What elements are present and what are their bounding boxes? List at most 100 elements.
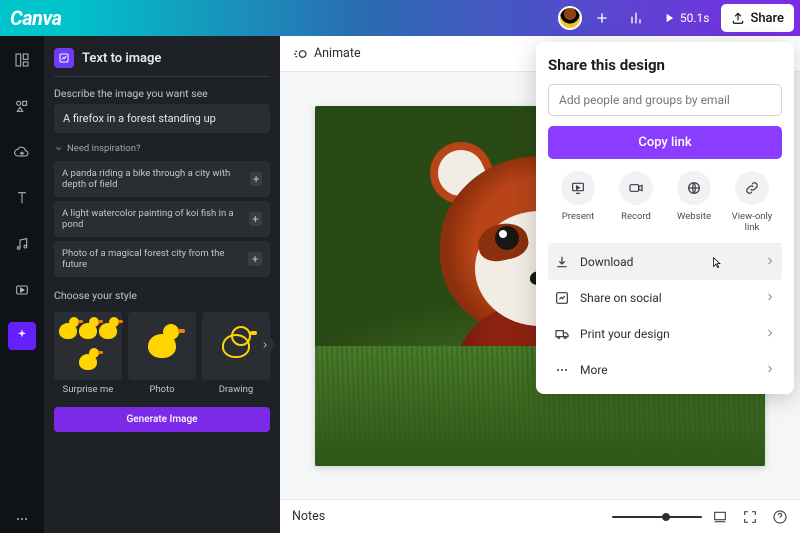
plus-icon: + <box>250 172 262 186</box>
topbar-actions: 50.1s Share <box>558 4 794 32</box>
style-row: Surprise me Photo Drawing <box>54 312 270 395</box>
prompt-input[interactable]: A firefox in a forest standing up <box>54 104 270 133</box>
chevron-down-icon <box>54 144 63 153</box>
style-option-label: Photo <box>149 384 174 395</box>
chevron-right-icon <box>260 340 270 350</box>
tool-rail <box>0 36 44 533</box>
sparkle-icon <box>14 328 30 344</box>
share-row-more[interactable]: More <box>548 352 782 388</box>
rail-apps[interactable] <box>8 322 36 350</box>
rail-elements[interactable] <box>8 92 36 120</box>
share-list: Download Share on social Print your desi… <box>548 243 782 388</box>
style-option-label: Drawing <box>219 384 253 395</box>
inspiration-toggle[interactable]: Need inspiration? <box>54 143 270 154</box>
avatar[interactable] <box>558 6 582 30</box>
panel-title: Text to image <box>82 51 161 66</box>
share-opt-present[interactable]: Present <box>550 171 606 233</box>
play-time-button[interactable]: 50.1s <box>656 4 716 32</box>
shapes-icon <box>14 98 30 114</box>
text-to-image-icon <box>54 48 74 68</box>
add-button[interactable] <box>588 4 616 32</box>
grid-view-icon[interactable] <box>712 509 728 525</box>
panel-title-row: Text to image <box>54 46 270 77</box>
suggestion-row[interactable]: A panda riding a bike through a city wit… <box>54 161 270 197</box>
chevron-right-icon <box>764 255 776 267</box>
motion-icon <box>292 46 308 62</box>
style-label: Choose your style <box>54 289 270 302</box>
suggestion-text: Photo of a magical forest city from the … <box>62 248 248 270</box>
link-icon <box>744 180 760 196</box>
video-icon <box>14 282 30 298</box>
globe-icon <box>686 180 702 196</box>
chevron-right-icon <box>764 291 776 303</box>
layout-icon <box>14 52 30 68</box>
rail-video[interactable] <box>8 276 36 304</box>
plus-icon <box>594 10 610 26</box>
share-opt-website[interactable]: Website <box>666 171 722 233</box>
present-icon <box>570 180 586 196</box>
share-title: Share this design <box>548 56 782 74</box>
download-icon <box>554 254 570 270</box>
animate-label: Animate <box>314 46 361 61</box>
help-icon[interactable] <box>772 509 788 525</box>
fullscreen-icon[interactable] <box>742 509 758 525</box>
style-option-label: Surprise me <box>63 384 114 395</box>
share-popover: Share this design Copy link Present Reco… <box>536 42 794 394</box>
share-option-grid: Present Record Website View-only link <box>548 159 782 243</box>
copy-link-button[interactable]: Copy link <box>548 126 782 159</box>
suggestion-text: A panda riding a bike through a city wit… <box>62 168 250 190</box>
share-row-print[interactable]: Print your design <box>548 316 782 352</box>
share-button[interactable]: Share <box>721 4 794 32</box>
share-people-input[interactable] <box>548 84 782 116</box>
share-opt-viewlink[interactable]: View-only link <box>724 171 780 233</box>
style-photo[interactable]: Photo <box>128 312 196 395</box>
animate-button[interactable]: Animate <box>292 46 361 62</box>
camera-icon <box>628 180 644 196</box>
zoom-slider[interactable] <box>612 516 702 518</box>
time-label: 50.1s <box>680 11 710 25</box>
share-row-label: Download <box>580 255 633 269</box>
bottom-controls <box>612 509 788 525</box>
share-opt-label: View-only link <box>724 211 780 233</box>
share-row-label: Share on social <box>580 291 662 305</box>
share-row-label: More <box>580 363 608 377</box>
plus-icon: + <box>249 212 262 226</box>
truck-icon <box>554 326 570 342</box>
notes-button[interactable]: Notes <box>292 509 325 524</box>
share-row-social[interactable]: Share on social <box>548 280 782 316</box>
share-row-label: Print your design <box>580 327 670 341</box>
share-opt-label: Present <box>562 211 594 222</box>
cloud-upload-icon <box>14 144 30 160</box>
analytics-button[interactable] <box>622 4 650 32</box>
suggestion-text: A light watercolor painting of koi fish … <box>62 208 249 230</box>
style-drawing[interactable]: Drawing <box>202 312 270 395</box>
text-icon <box>14 190 30 206</box>
bottom-bar: Notes <box>280 499 800 533</box>
rail-more[interactable] <box>8 505 36 533</box>
canvas-area: Animate Notes <box>280 36 800 533</box>
share-opt-record[interactable]: Record <box>608 171 664 233</box>
bar-chart-icon <box>628 10 644 26</box>
dots-icon <box>554 362 570 378</box>
play-icon <box>662 11 676 25</box>
suggestion-row[interactable]: Photo of a magical forest city from the … <box>54 241 270 277</box>
plus-icon: + <box>248 252 262 266</box>
inspiration-label: Need inspiration? <box>67 143 140 154</box>
share-social-icon <box>554 290 570 306</box>
rail-uploads[interactable] <box>8 138 36 166</box>
dots-icon <box>14 511 30 527</box>
rail-audio[interactable] <box>8 230 36 258</box>
share-opt-label: Record <box>621 211 651 222</box>
upload-icon <box>731 11 745 25</box>
describe-label: Describe the image you want see <box>54 87 270 100</box>
chevron-right-icon <box>764 327 776 339</box>
style-next-button[interactable] <box>256 336 274 354</box>
style-surprise[interactable]: Surprise me <box>54 312 122 395</box>
cursor-icon <box>710 254 724 272</box>
rail-templates[interactable] <box>8 46 36 74</box>
share-opt-label: Website <box>677 211 711 222</box>
rail-text[interactable] <box>8 184 36 212</box>
share-row-download[interactable]: Download <box>548 244 782 280</box>
generate-button[interactable]: Generate Image <box>54 407 270 432</box>
suggestion-row[interactable]: A light watercolor painting of koi fish … <box>54 201 270 237</box>
